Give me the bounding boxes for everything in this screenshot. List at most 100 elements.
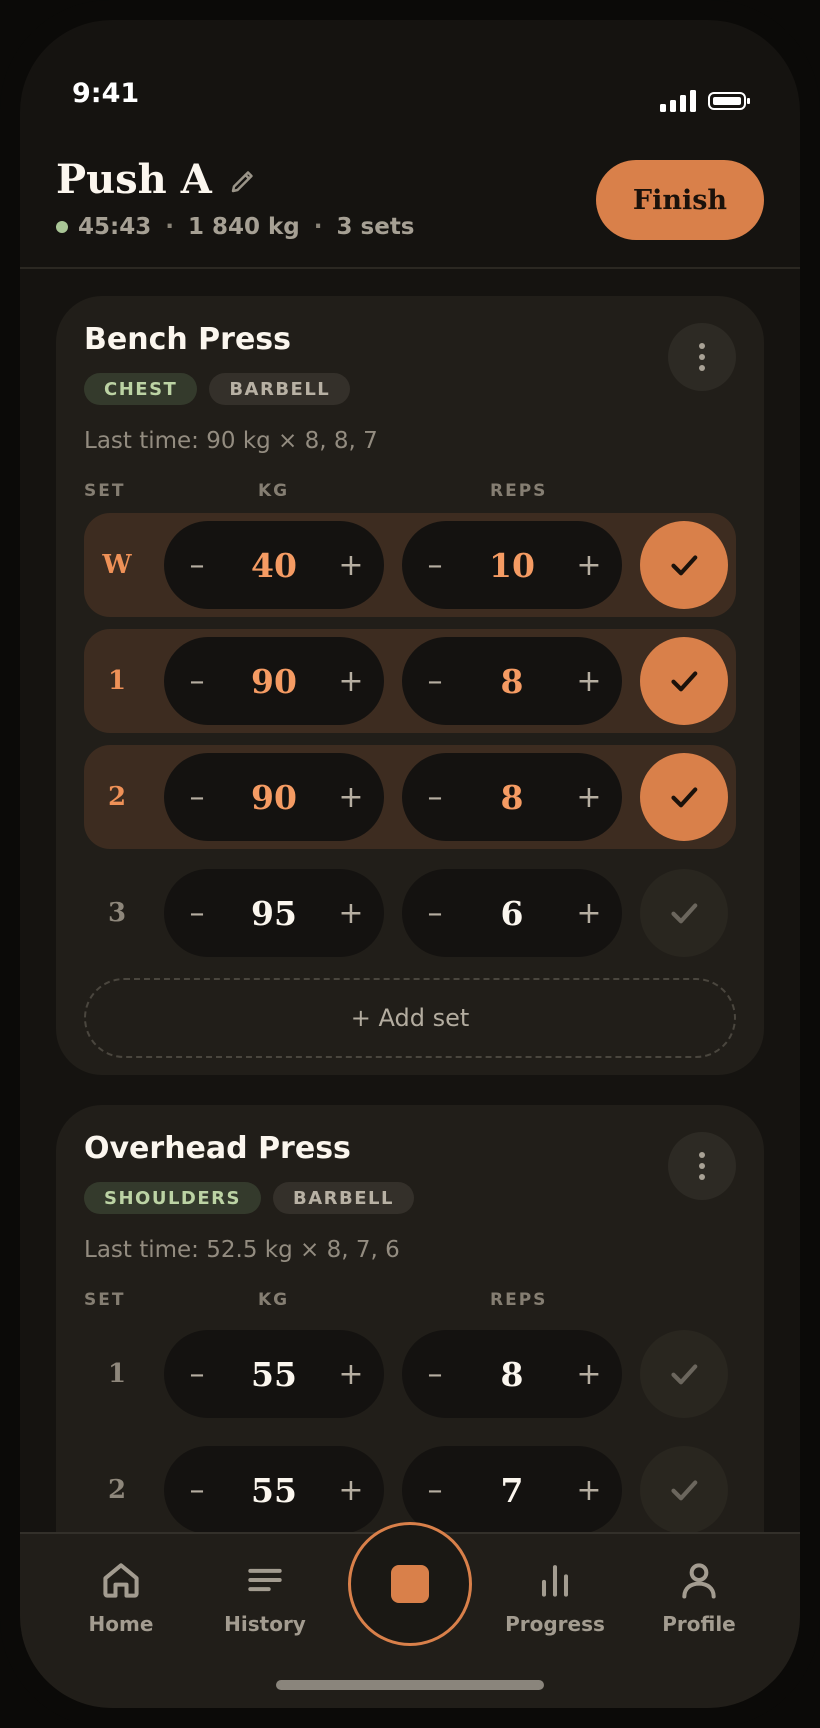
- set-label[interactable]: 2: [84, 745, 150, 849]
- reps-decrement-button[interactable]: –: [402, 1446, 468, 1534]
- exercise-name: Bench Press: [84, 322, 291, 357]
- reps-increment-button[interactable]: +: [556, 521, 622, 609]
- tab-history-label: History: [224, 1612, 306, 1636]
- workout-duration: 45:43: [78, 214, 152, 240]
- reps-increment-button[interactable]: +: [556, 753, 622, 841]
- checkmark-icon: [671, 787, 698, 808]
- reps-value[interactable]: 6: [462, 869, 562, 957]
- add-set-button[interactable]: + Add set: [84, 978, 736, 1058]
- checkmark-icon: [671, 1480, 698, 1501]
- checkmark-icon: [671, 1364, 698, 1385]
- reps-value[interactable]: 8: [462, 1330, 562, 1418]
- muscle-tag: CHEST: [84, 373, 198, 405]
- set-label[interactable]: 2: [84, 1438, 150, 1542]
- weight-value[interactable]: 90: [224, 753, 324, 841]
- set-column-headers: SET KG REPS: [84, 481, 736, 501]
- tab-progress[interactable]: Progress: [500, 1558, 610, 1636]
- weight-decrement-button[interactable]: –: [164, 637, 230, 725]
- reps-increment-button[interactable]: +: [556, 1330, 622, 1418]
- weight-value[interactable]: 90: [224, 637, 324, 725]
- reps-stepper: – 6 +: [402, 869, 622, 957]
- signal-icon: [660, 90, 696, 112]
- weight-increment-button[interactable]: +: [318, 753, 384, 841]
- set-label[interactable]: 1: [84, 629, 150, 733]
- last-time-summary: Last time: 52.5 kg × 8, 7, 6: [84, 1237, 400, 1263]
- workout-title: Push A: [56, 156, 212, 203]
- exercise-list[interactable]: Bench Press CHEST BARBELL Last time: 90 …: [20, 269, 800, 1552]
- complete-set-button[interactable]: [640, 1446, 728, 1534]
- reps-decrement-button[interactable]: –: [402, 1330, 468, 1418]
- tab-profile-label: Profile: [662, 1612, 736, 1636]
- weight-decrement-button[interactable]: –: [164, 1446, 230, 1534]
- reps-increment-button[interactable]: +: [556, 869, 622, 957]
- exercise-tags: SHOULDERS BARBELL: [84, 1182, 414, 1214]
- weight-increment-button[interactable]: +: [318, 1330, 384, 1418]
- exercise-card: Overhead Press SHOULDERS BARBELL Last ti…: [56, 1105, 764, 1552]
- weight-value[interactable]: 40: [224, 521, 324, 609]
- reps-stepper: – 8 +: [402, 753, 622, 841]
- weight-decrement-button[interactable]: –: [164, 521, 230, 609]
- workout-volume: 1 840 kg: [187, 214, 300, 240]
- weight-increment-button[interactable]: +: [318, 869, 384, 957]
- user-icon: [682, 1563, 716, 1599]
- weight-value[interactable]: 55: [224, 1446, 324, 1534]
- home-indicator[interactable]: [276, 1680, 544, 1690]
- weight-decrement-button[interactable]: –: [164, 869, 230, 957]
- exercise-card: Bench Press CHEST BARBELL Last time: 90 …: [56, 296, 764, 1075]
- reps-decrement-button[interactable]: –: [402, 869, 468, 957]
- set-label[interactable]: 1: [84, 1322, 150, 1426]
- set-label[interactable]: W: [84, 513, 150, 617]
- complete-set-button[interactable]: [640, 1330, 728, 1418]
- reps-decrement-button[interactable]: –: [402, 753, 468, 841]
- last-time-summary: Last time: 90 kg × 8, 8, 7: [84, 428, 378, 454]
- more-options-icon[interactable]: [668, 1132, 736, 1200]
- weight-stepper: – 55 +: [164, 1330, 384, 1418]
- checkmark-icon: [671, 555, 698, 576]
- weight-increment-button[interactable]: +: [318, 521, 384, 609]
- tab-home-label: Home: [88, 1612, 154, 1636]
- weight-value[interactable]: 95: [224, 869, 324, 957]
- finish-button[interactable]: Finish: [596, 160, 764, 240]
- reps-value[interactable]: 7: [462, 1446, 562, 1534]
- weight-decrement-button[interactable]: –: [164, 753, 230, 841]
- weight-value[interactable]: 55: [224, 1330, 324, 1418]
- active-workout-button[interactable]: [348, 1522, 472, 1646]
- weight-decrement-button[interactable]: –: [164, 1330, 230, 1418]
- tab-profile[interactable]: Profile: [644, 1558, 754, 1636]
- reps-increment-button[interactable]: +: [556, 637, 622, 725]
- complete-set-button[interactable]: [640, 753, 728, 841]
- set-row: 1 – 55 + – 8 +: [84, 1322, 736, 1426]
- checkmark-icon: [671, 903, 698, 924]
- reps-decrement-button[interactable]: –: [402, 637, 468, 725]
- weight-increment-button[interactable]: +: [318, 1446, 384, 1534]
- weight-stepper: – 95 +: [164, 869, 384, 957]
- status-time: 9:41: [72, 78, 140, 109]
- tab-history[interactable]: History: [210, 1558, 320, 1636]
- reps-value[interactable]: 8: [462, 637, 562, 725]
- muscle-tag: SHOULDERS: [84, 1182, 261, 1214]
- more-options-icon[interactable]: [668, 323, 736, 391]
- complete-set-button[interactable]: [640, 869, 728, 957]
- weight-stepper: – 90 +: [164, 753, 384, 841]
- set-row: W – 40 + – 10 +: [84, 513, 736, 617]
- set-row: 2 – 90 + – 8 +: [84, 745, 736, 849]
- weight-stepper: – 55 +: [164, 1446, 384, 1534]
- exercise-name: Overhead Press: [84, 1131, 351, 1166]
- reps-decrement-button[interactable]: –: [402, 521, 468, 609]
- complete-set-button[interactable]: [640, 521, 728, 609]
- equipment-tag: BARBELL: [209, 373, 351, 405]
- reps-stepper: – 8 +: [402, 1330, 622, 1418]
- pencil-icon[interactable]: [228, 166, 258, 196]
- exercise-tags: CHEST BARBELL: [84, 373, 351, 405]
- complete-set-button[interactable]: [640, 637, 728, 725]
- weight-increment-button[interactable]: +: [318, 637, 384, 725]
- column-kg: KG: [258, 1290, 290, 1310]
- reps-value[interactable]: 10: [462, 521, 562, 609]
- set-label[interactable]: 3: [84, 861, 150, 965]
- workout-header: Push A 45:43 · 1 840 kg · 3 sets Finish: [20, 140, 800, 269]
- status-icons: [660, 90, 750, 112]
- tab-home[interactable]: Home: [66, 1558, 176, 1636]
- reps-value[interactable]: 8: [462, 753, 562, 841]
- meta-separator: ·: [165, 214, 174, 240]
- reps-increment-button[interactable]: +: [556, 1446, 622, 1534]
